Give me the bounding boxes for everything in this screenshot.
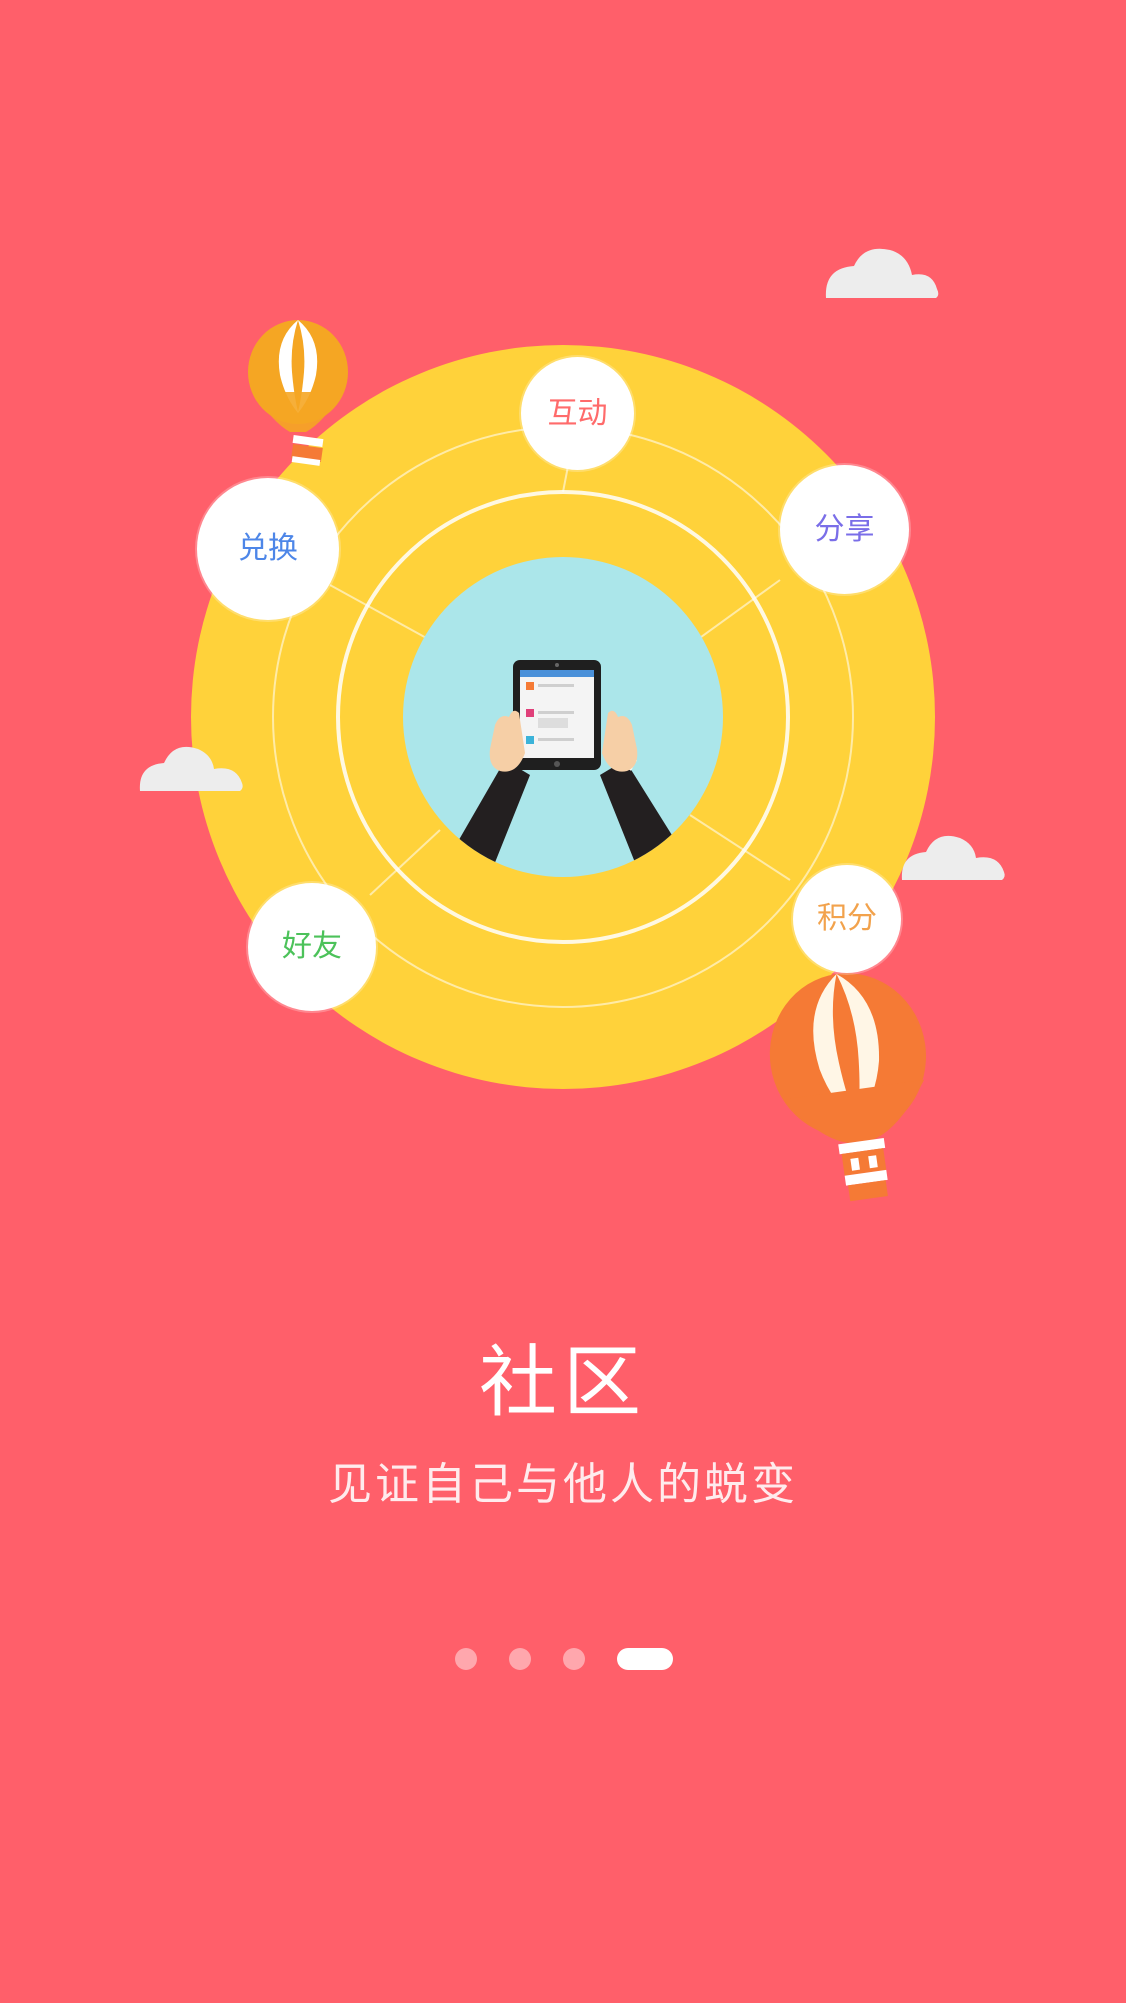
- feature-jifen-label: 积分: [817, 901, 877, 936]
- feature-haoyou[interactable]: 好友: [248, 883, 376, 1011]
- illustration-svg: [139, 248, 1005, 1202]
- community-illustration: 互动 分享 兑换 好友 积分: [0, 0, 1126, 1250]
- feature-hudong[interactable]: 互动: [521, 357, 634, 470]
- cloud-top-right: [825, 248, 939, 298]
- feature-duihuan[interactable]: 兑换: [197, 478, 339, 620]
- page-indicator: [0, 1648, 1126, 1672]
- feature-hudong-label: 互动: [547, 395, 608, 431]
- page-dot-1[interactable]: [455, 1648, 477, 1670]
- page-dot-3[interactable]: [563, 1648, 585, 1670]
- cloud-right: [901, 835, 1005, 880]
- feature-jifen[interactable]: 积分: [793, 865, 901, 973]
- page-title: 社区: [478, 1338, 647, 1428]
- feature-duihuan-label: 兑换: [238, 531, 298, 566]
- onboarding-page: 互动 分享 兑换 好友 积分 社区 见证自己与他人的蜕变: [0, 0, 1126, 2003]
- feature-fenxiang[interactable]: 分享: [780, 465, 909, 594]
- feature-haoyou-label: 好友: [282, 929, 342, 964]
- page-subtitle: 见证自己与他人的蜕变: [328, 1459, 798, 1510]
- feature-fenxiang-label: 分享: [814, 511, 875, 547]
- page-dot-2[interactable]: [509, 1648, 531, 1670]
- page-dot-4-active[interactable]: [617, 1648, 673, 1670]
